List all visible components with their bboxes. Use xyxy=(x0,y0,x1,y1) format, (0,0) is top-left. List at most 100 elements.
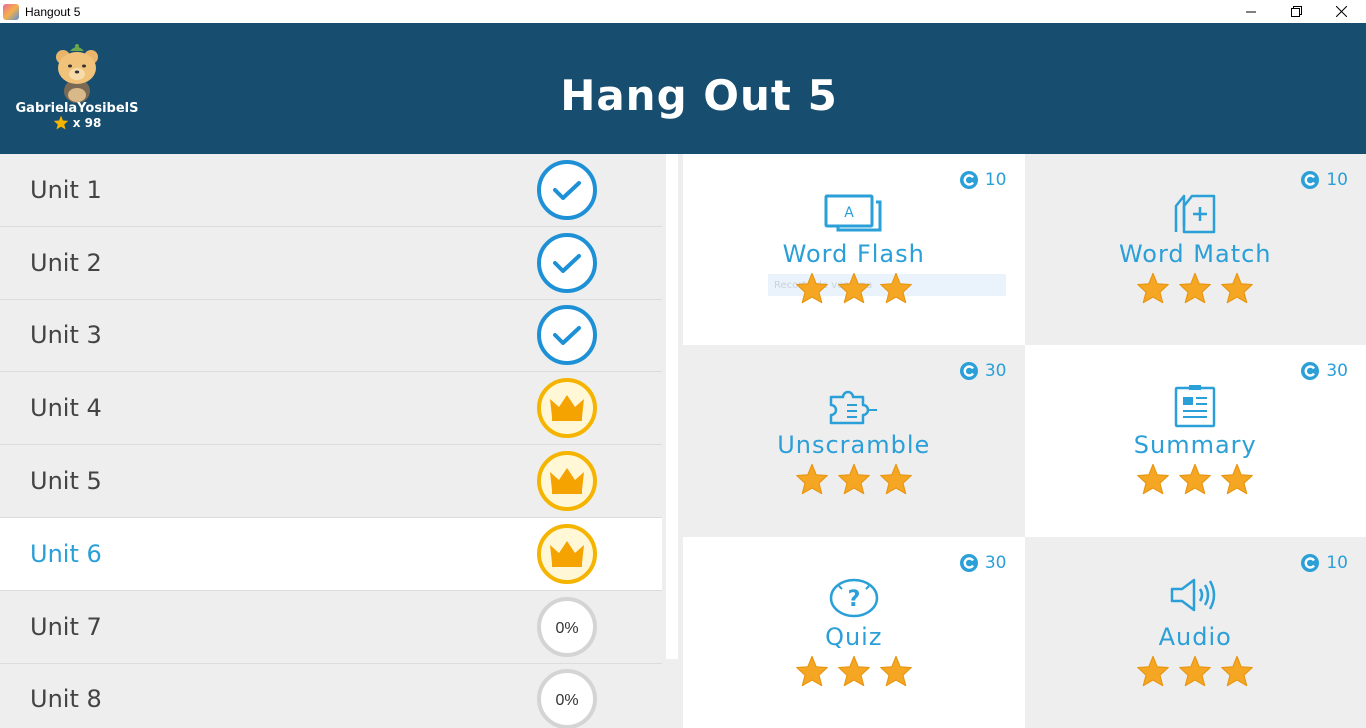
crown-badge-icon xyxy=(537,378,597,439)
activity-title: Word Flash xyxy=(782,240,925,268)
unit-item-3[interactable]: Unit 3 xyxy=(0,299,662,373)
quiz-icon: ? xyxy=(829,578,878,617)
svg-text:?: ? xyxy=(847,587,860,612)
activity-card-word-flash[interactable]: 10 A Word Flash Recorte de ventana xyxy=(683,154,1025,346)
close-button[interactable] xyxy=(1318,0,1364,23)
unit-list: Unit 1 Unit 2 Unit 3 Unit 4 Unit 5 Unit … xyxy=(0,154,662,728)
star-rating xyxy=(1025,463,1366,495)
star-icon xyxy=(1137,464,1170,495)
progress-ring: 0% xyxy=(537,669,597,728)
unit-label: Unit 6 xyxy=(30,539,102,568)
coin-reward: 10 xyxy=(959,170,1007,190)
crown-badge-icon xyxy=(537,523,597,584)
star-icon xyxy=(1179,272,1212,304)
coin-icon xyxy=(1301,171,1320,189)
star-rating xyxy=(683,272,1025,304)
coin-amount: 10 xyxy=(1326,552,1348,573)
unit-item-5[interactable]: Unit 5 xyxy=(0,445,662,518)
unit-label: Unit 7 xyxy=(30,612,102,641)
coin-reward: 10 xyxy=(1300,170,1348,190)
progress-ring: 0% xyxy=(537,596,597,657)
app-header: GabrielaYosibelS x 98 Hang Out 5 xyxy=(0,23,1366,154)
word-flash-icon: A xyxy=(824,194,882,232)
unit-label: Unit 4 xyxy=(30,394,102,423)
activity-title: Unscramble xyxy=(777,431,931,460)
activity-title: Word Match xyxy=(1118,240,1272,268)
coin-icon xyxy=(959,553,978,572)
coin-reward: 30 xyxy=(959,553,1007,573)
coin-icon xyxy=(959,362,978,381)
minimize-icon xyxy=(1246,11,1256,12)
page-title: Hang Out 5 xyxy=(560,71,838,120)
unit-item-7[interactable]: Unit 7 0% xyxy=(0,590,662,664)
check-circle-icon xyxy=(537,305,597,366)
unit-label: Unit 5 xyxy=(30,467,102,496)
activity-card-quiz[interactable]: 30 ? Quiz xyxy=(683,536,1025,728)
coin-reward: 30 xyxy=(1300,361,1348,381)
unit-item-6[interactable]: Unit 6 xyxy=(0,517,662,591)
activity-card-audio[interactable]: 10 Audio xyxy=(1024,536,1366,728)
star-icon xyxy=(1179,655,1212,686)
check-circle-icon xyxy=(537,159,597,220)
star-rating xyxy=(683,463,1025,495)
activity-title: Audio xyxy=(1158,622,1232,651)
star-icon xyxy=(1137,272,1170,304)
star-rating xyxy=(1025,655,1366,687)
coin-icon xyxy=(1301,553,1320,572)
star-icon xyxy=(795,655,828,686)
coin-icon xyxy=(959,171,978,189)
coin-amount: 10 xyxy=(984,170,1007,190)
star-icon xyxy=(837,464,870,495)
unit-item-8[interactable]: Unit 8 0% xyxy=(0,663,662,728)
puzzle-icon xyxy=(829,391,877,425)
unit-item-2[interactable]: Unit 2 xyxy=(0,226,662,300)
unit-item-4[interactable]: Unit 4 xyxy=(0,372,662,446)
unit-label: Unit 8 xyxy=(30,685,102,714)
coin-amount: 30 xyxy=(984,552,1007,573)
coin-amount: 10 xyxy=(1326,170,1348,190)
star-icon xyxy=(1137,655,1170,686)
unit-list-scrollbar[interactable] xyxy=(666,154,678,659)
star-icon xyxy=(879,655,912,686)
minimize-button[interactable] xyxy=(1228,0,1274,23)
activity-grid: 10 A Word Flash Recorte de ventana 10 Wo… xyxy=(683,154,1366,728)
restore-icon xyxy=(1290,6,1302,17)
window-title: Hangout 5 xyxy=(25,4,81,19)
progress-percent: 0% xyxy=(555,692,578,709)
coin-reward: 10 xyxy=(1300,553,1348,573)
unit-label: Unit 1 xyxy=(30,175,102,204)
star-icon xyxy=(837,272,870,304)
app-icon xyxy=(3,3,19,20)
star-icon xyxy=(1221,272,1254,304)
star-icon xyxy=(879,272,912,304)
close-icon xyxy=(1335,6,1347,17)
activity-card-word-match[interactable]: 10 Word Match xyxy=(1024,154,1366,346)
coin-icon xyxy=(1301,362,1320,381)
speaker-icon xyxy=(1171,578,1216,611)
svg-text:A: A xyxy=(844,205,854,221)
coin-amount: 30 xyxy=(984,361,1007,382)
unit-label: Unit 3 xyxy=(30,321,102,350)
activity-title: Quiz xyxy=(825,622,883,651)
star-icon xyxy=(1221,464,1254,495)
unit-item-1[interactable]: Unit 1 xyxy=(0,154,662,227)
star-icon xyxy=(1221,655,1254,686)
summary-icon xyxy=(1175,385,1216,428)
coin-reward: 30 xyxy=(959,361,1007,381)
activity-card-summary[interactable]: 30 Summary xyxy=(1024,345,1366,537)
restore-button[interactable] xyxy=(1273,0,1319,23)
star-icon xyxy=(1179,464,1212,495)
star-icon xyxy=(837,655,870,686)
star-icon xyxy=(879,464,912,495)
check-circle-icon xyxy=(537,232,597,293)
coin-amount: 30 xyxy=(1326,361,1348,382)
activity-card-unscramble[interactable]: 30 Unscramble xyxy=(683,345,1025,537)
star-rating xyxy=(1025,272,1366,304)
progress-percent: 0% xyxy=(555,620,578,637)
star-icon xyxy=(795,464,828,495)
window-titlebar: Hangout 5 xyxy=(0,0,1366,23)
crown-badge-icon xyxy=(537,451,597,512)
star-rating xyxy=(683,655,1025,687)
unit-label: Unit 2 xyxy=(30,248,102,277)
activity-title: Summary xyxy=(1133,431,1257,460)
